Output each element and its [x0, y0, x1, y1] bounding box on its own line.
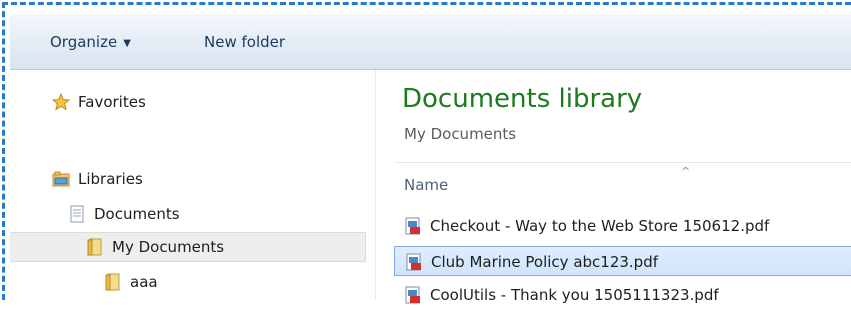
nav-libraries-label: Libraries	[78, 170, 143, 188]
content-pane: Documents library My Documents ^ Name Ch…	[376, 70, 851, 304]
file-name: Checkout - Way to the Web Store 150612.p…	[430, 217, 770, 235]
command-bar: Organize ▼ New folder	[10, 14, 851, 70]
file-name: Club Marine Policy abc123.pdf	[431, 253, 659, 271]
pdf-icon	[405, 253, 423, 271]
document-icon	[68, 205, 86, 223]
pdf-icon	[404, 286, 422, 304]
column-header-separator	[394, 162, 851, 163]
folder-icon	[86, 238, 104, 256]
new-folder-button[interactable]: New folder	[200, 29, 289, 55]
navigation-pane: Favorites Libraries Documents My Documen…	[10, 70, 376, 300]
library-title: Documents library	[402, 84, 643, 114]
file-row[interactable]: Checkout - Way to the Web Store 150612.p…	[394, 211, 851, 241]
star-icon	[51, 92, 71, 111]
nav-my-documents-label: My Documents	[112, 238, 225, 256]
file-row[interactable]: CoolUtils - Thank you 1505111323.pdf	[394, 280, 851, 310]
organize-button[interactable]: Organize ▼	[46, 29, 135, 55]
column-header-name[interactable]: Name	[404, 176, 448, 194]
file-name: CoolUtils - Thank you 1505111323.pdf	[430, 286, 719, 304]
organize-label: Organize	[50, 33, 118, 51]
library-icon	[52, 170, 70, 188]
library-subtitle: My Documents	[404, 125, 517, 143]
sort-up-icon: ^	[681, 165, 691, 178]
dashed-frame-top	[2, 2, 851, 5]
dashed-frame-left	[2, 2, 5, 300]
pdf-icon	[404, 217, 422, 235]
nav-documents-label: Documents	[94, 205, 180, 223]
folder-icon	[104, 273, 122, 291]
new-folder-label: New folder	[204, 33, 286, 51]
chevron-down-icon: ▼	[123, 38, 131, 49]
nav-aaa-label: aaa	[130, 273, 158, 291]
file-row-selected[interactable]: Club Marine Policy abc123.pdf	[394, 246, 851, 276]
nav-favorites-label: Favorites	[78, 93, 146, 111]
